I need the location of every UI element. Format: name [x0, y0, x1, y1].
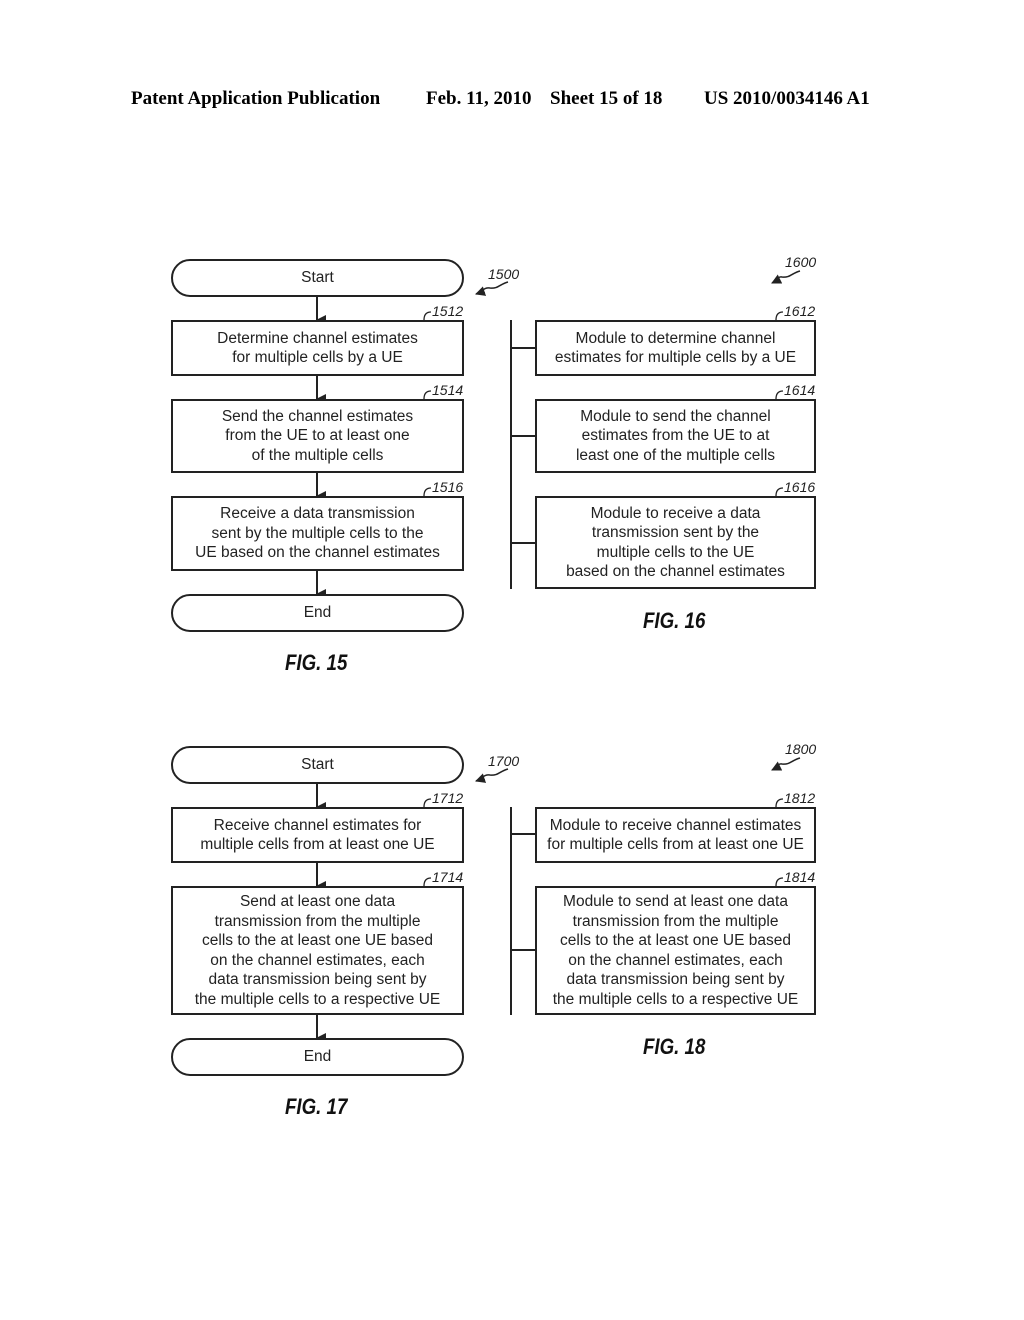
connectors-overlay [316, 270, 801, 1043]
fig16-module-send-estimates: Module to send the channel estimates fro… [535, 399, 816, 473]
ref-tick [775, 798, 784, 808]
fig15-step-receive-transmission: Receive a data transmission sent by the … [171, 496, 464, 571]
fig17-caption: FIG. 17 [285, 1094, 348, 1119]
fig15-caption: FIG. 15 [285, 650, 348, 675]
fig17-start-terminal: Start [171, 746, 464, 784]
ref-tick [423, 390, 432, 400]
fig17-step-receive-estimates: Receive channel estimates for multiple c… [171, 807, 464, 863]
ref-arrow-1500 [475, 281, 509, 296]
fig16-module-receive-transmission: Module to receive a data transmission se… [535, 496, 816, 589]
fig15-step-ref: 1516 [432, 479, 464, 495]
ref-tick [775, 390, 784, 400]
fig18-module-ref: 1814 [784, 869, 816, 885]
ref-tick [775, 877, 784, 887]
fig16-caption: FIG. 16 [643, 608, 706, 633]
ref-tick [423, 877, 432, 887]
fig16-module-ref: 1616 [784, 479, 816, 495]
ref-tick [423, 311, 432, 321]
fig16-module-ref: 1612 [784, 303, 816, 319]
fig16-ref-number: 1600 [785, 254, 817, 270]
ref-arrow-1600 [771, 270, 801, 284]
ref-tick [775, 487, 784, 497]
fig15-step-determine-estimates: Determine channel estimates for multiple… [171, 320, 464, 376]
fig17-step-ref: 1714 [432, 869, 464, 885]
fig15-ref-number: 1500 [488, 266, 520, 282]
header-patent-number: US 2010/0034146 A1 [704, 88, 870, 109]
fig15-start-terminal: Start [171, 259, 464, 297]
fig15-step-ref: 1514 [432, 382, 464, 398]
ref-tick [423, 798, 432, 808]
header-publication: Patent Application Publication [131, 88, 381, 109]
fig16-module-ref: 1614 [784, 382, 816, 398]
fig17-step-send-transmission: Send at least one data transmission from… [171, 886, 464, 1015]
fig18-module-receive-estimates: Module to receive channel estimates for … [535, 807, 816, 863]
ref-tick [423, 487, 432, 497]
fig15-step-send-estimates: Send the channel estimates from the UE t… [171, 399, 464, 473]
header-sheet: Sheet 15 of 18 [550, 88, 663, 109]
fig18-ref-number: 1800 [785, 741, 817, 757]
ref-tick [775, 311, 784, 321]
fig17-end-terminal: End [171, 1038, 464, 1076]
fig18-module-ref: 1812 [784, 790, 816, 806]
fig18-module-send-transmission: Module to send at least one data transmi… [535, 886, 816, 1015]
fig15-step-ref: 1512 [432, 303, 464, 319]
fig17-ref-number: 1700 [488, 753, 520, 769]
fig17-step-ref: 1712 [432, 790, 464, 806]
fig16-module-determine-estimates: Module to determine channel estimates fo… [535, 320, 816, 376]
fig18-caption: FIG. 18 [643, 1034, 706, 1059]
fig15-end-terminal: End [171, 594, 464, 632]
ref-arrow-1700 [475, 768, 509, 783]
ref-arrow-1800 [771, 757, 801, 771]
header-date: Feb. 11, 2010 [426, 88, 532, 109]
